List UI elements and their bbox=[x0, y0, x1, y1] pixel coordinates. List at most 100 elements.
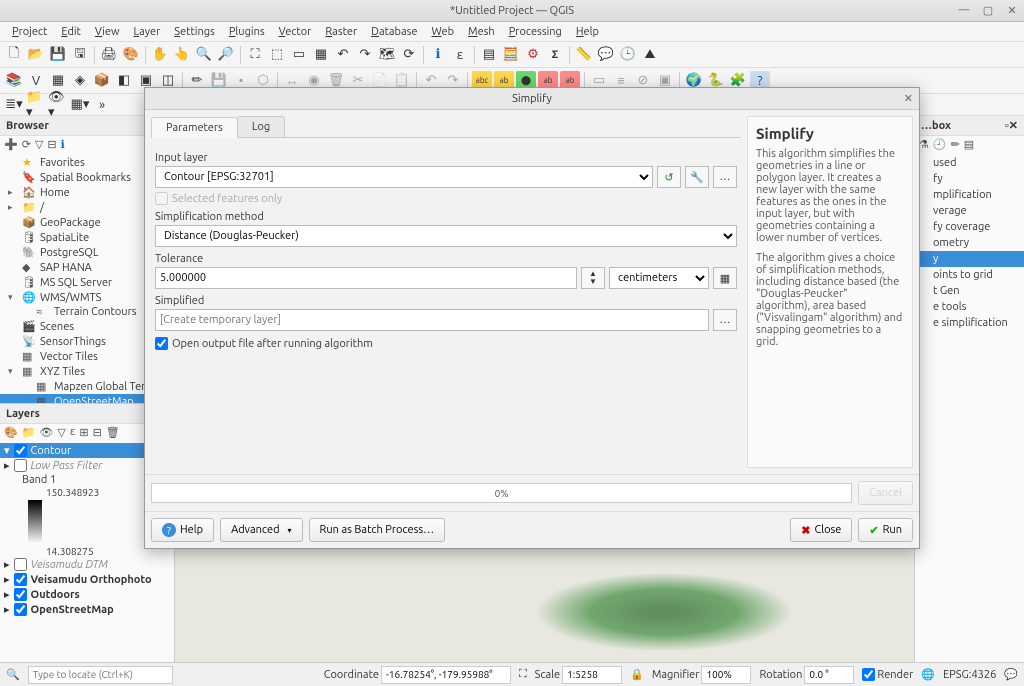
new-geopackage-icon[interactable]: 📦 bbox=[92, 71, 112, 91]
rotation-input[interactable] bbox=[804, 666, 854, 684]
filter-browser-icon[interactable]: ▽ bbox=[35, 138, 43, 151]
close-button[interactable]: ✖Close bbox=[790, 518, 852, 542]
processing-item[interactable]: fy coverage bbox=[915, 219, 1024, 235]
processing-item[interactable]: e tools bbox=[915, 299, 1024, 315]
window-close-icon[interactable]: ✕ bbox=[1004, 4, 1020, 17]
add-raster-icon[interactable]: ▦ bbox=[48, 71, 68, 91]
layer-visibility-checkbox[interactable] bbox=[14, 444, 27, 457]
layer-visibility-checkbox[interactable] bbox=[14, 573, 27, 586]
save-project-icon[interactable]: 💾 bbox=[48, 45, 68, 65]
layer-add-group-icon[interactable]: 📁 bbox=[22, 426, 36, 439]
layer-visibility-checkbox[interactable] bbox=[14, 603, 27, 616]
menu-database[interactable]: Database bbox=[365, 24, 423, 40]
processing-item[interactable]: y bbox=[915, 251, 1024, 267]
tolerance-stepper[interactable]: ▲▼ bbox=[581, 267, 605, 289]
attribute-table-icon[interactable]: ▤ bbox=[479, 45, 499, 65]
iterate-icon[interactable]: ↺ bbox=[657, 166, 681, 188]
menu-project[interactable]: Project bbox=[6, 24, 53, 40]
new-shapefile-icon[interactable]: ◧ bbox=[114, 71, 134, 91]
advanced-button[interactable]: Advanced bbox=[220, 518, 302, 542]
zoom-last-icon[interactable]: ↶ bbox=[333, 45, 353, 65]
method-select[interactable]: Distance (Douglas-Peucker) bbox=[155, 225, 737, 247]
menu-vector[interactable]: Vector bbox=[273, 24, 318, 40]
menu-settings[interactable]: Settings bbox=[168, 24, 221, 40]
identify-icon[interactable]: ℹ bbox=[428, 45, 448, 65]
layer-item-openstreetmap[interactable]: ▸OpenStreetMap bbox=[0, 602, 174, 617]
scale-lock-icon[interactable]: 🔒 bbox=[630, 668, 644, 681]
processing-item[interactable]: oints to grid bbox=[915, 267, 1024, 283]
layer-visibility-checkbox[interactable] bbox=[14, 459, 27, 472]
advanced-layer-icon[interactable]: 🔧 bbox=[685, 166, 709, 188]
open-project-icon[interactable]: 📂 bbox=[26, 45, 46, 65]
processing-item[interactable]: t Gen bbox=[915, 283, 1024, 299]
render-toggle[interactable]: Render bbox=[862, 668, 913, 681]
layer-remove-icon[interactable]: 🗑 bbox=[106, 426, 120, 439]
processing-close-icon[interactable]: ▫✕ bbox=[1005, 119, 1018, 132]
pan-selection-icon[interactable]: 👆 bbox=[172, 45, 192, 65]
processing-item[interactable]: fy bbox=[915, 171, 1024, 187]
menu-web[interactable]: Web bbox=[425, 24, 460, 40]
menu-plugins[interactable]: Plugins bbox=[223, 24, 271, 40]
menu-view[interactable]: View bbox=[89, 24, 126, 40]
new-project-icon[interactable]: 🗋 bbox=[4, 45, 24, 65]
layer-item-veisamudu-orthophoto[interactable]: ▸Veisamudu Orthophoto bbox=[0, 572, 174, 587]
extents-icon[interactable]: ⛶ bbox=[519, 668, 527, 681]
menu-help[interactable]: Help bbox=[570, 24, 605, 40]
run-batch-button[interactable]: Run as Batch Process… bbox=[309, 518, 446, 542]
info-icon[interactable]: ℹ bbox=[61, 138, 65, 151]
add-group-icon[interactable]: 📁▾ bbox=[26, 95, 46, 115]
new-map-view-icon[interactable]: 🗺 bbox=[377, 45, 397, 65]
window-minimize-icon[interactable]: — bbox=[956, 4, 972, 17]
data-source-icon[interactable]: 📚 bbox=[4, 71, 24, 91]
help-button[interactable]: ?Help bbox=[151, 518, 214, 542]
output-input[interactable] bbox=[155, 309, 709, 331]
print-layout-icon[interactable]: 🖨 bbox=[99, 45, 119, 65]
processing-toolbox-icon[interactable]: ⚙ bbox=[523, 45, 543, 65]
processing-item[interactable]: verage bbox=[915, 203, 1024, 219]
style-manager-icon[interactable]: 🎨 bbox=[121, 45, 141, 65]
add-vector-icon[interactable]: V bbox=[26, 71, 46, 91]
window-maximize-icon[interactable]: ▢ bbox=[980, 4, 996, 17]
tolerance-input[interactable] bbox=[155, 267, 577, 289]
menu-raster[interactable]: Raster bbox=[319, 24, 363, 40]
layer-item-veisamudu-dtm[interactable]: ▸Veisamudu DTM bbox=[0, 557, 174, 572]
crs-label[interactable]: EPSG:4326 bbox=[943, 669, 996, 681]
pan-icon[interactable]: ✋ bbox=[150, 45, 170, 65]
expression-icon[interactable]: ε bbox=[450, 45, 470, 65]
layer-visibility-checkbox[interactable] bbox=[14, 588, 27, 601]
layer-visibility-icon[interactable]: 👁 bbox=[39, 426, 53, 439]
add-layer-icon[interactable]: ➕ bbox=[4, 138, 18, 151]
proc-model-icon[interactable]: ⚗ bbox=[919, 138, 929, 151]
zoom-in-icon[interactable]: 🔍 bbox=[194, 45, 214, 65]
manage-themes-icon[interactable]: 👁▾ bbox=[48, 95, 68, 115]
input-layer-select[interactable]: Contour [EPSG:32701] bbox=[155, 166, 653, 188]
crs-icon[interactable]: 🌐 bbox=[921, 668, 935, 681]
render-checkbox[interactable] bbox=[862, 668, 875, 681]
field-calc-icon[interactable]: 🧮 bbox=[501, 45, 521, 65]
refresh-browser-icon[interactable]: ⟳ bbox=[22, 138, 31, 151]
tolerance-unit-select[interactable]: centimeters bbox=[609, 267, 709, 289]
processing-tree[interactable]: usedfymplificationveragefy coverageometr… bbox=[915, 153, 1024, 662]
filter-legend-icon[interactable]: ≣▾ bbox=[4, 95, 24, 115]
coord-input[interactable] bbox=[381, 666, 511, 684]
menu-mesh[interactable]: Mesh bbox=[462, 24, 501, 40]
tolerance-data-defined-icon[interactable]: ▦ bbox=[713, 267, 737, 289]
zoom-native-icon[interactable]: ▦ bbox=[311, 45, 331, 65]
layer-expand-icon[interactable]: ⊞ bbox=[79, 426, 88, 439]
layer-style-icon[interactable]: 🎨 bbox=[4, 426, 18, 439]
expand-all-icon[interactable]: » bbox=[92, 95, 112, 115]
collapse-browser-icon[interactable]: ⊟ bbox=[47, 138, 56, 151]
menu-edit[interactable]: Edit bbox=[55, 24, 87, 40]
output-browse-icon[interactable]: … bbox=[713, 309, 737, 331]
layer-item-outdoors[interactable]: ▸Outdoors bbox=[0, 587, 174, 602]
measure-icon[interactable]: 📏 bbox=[574, 45, 594, 65]
processing-item[interactable]: used bbox=[915, 155, 1024, 171]
tab-parameters[interactable]: Parameters bbox=[151, 117, 238, 138]
tab-log[interactable]: Log bbox=[237, 116, 285, 137]
magnifier-input[interactable] bbox=[701, 666, 751, 684]
refresh-icon[interactable]: ⟳ bbox=[399, 45, 419, 65]
layer-visibility-checkbox[interactable] bbox=[14, 558, 27, 571]
add-mesh-icon[interactable]: ◈ bbox=[70, 71, 90, 91]
layer-filter-icon[interactable]: ▽ bbox=[57, 426, 65, 439]
proc-history-icon[interactable]: 🕘 bbox=[933, 138, 947, 151]
